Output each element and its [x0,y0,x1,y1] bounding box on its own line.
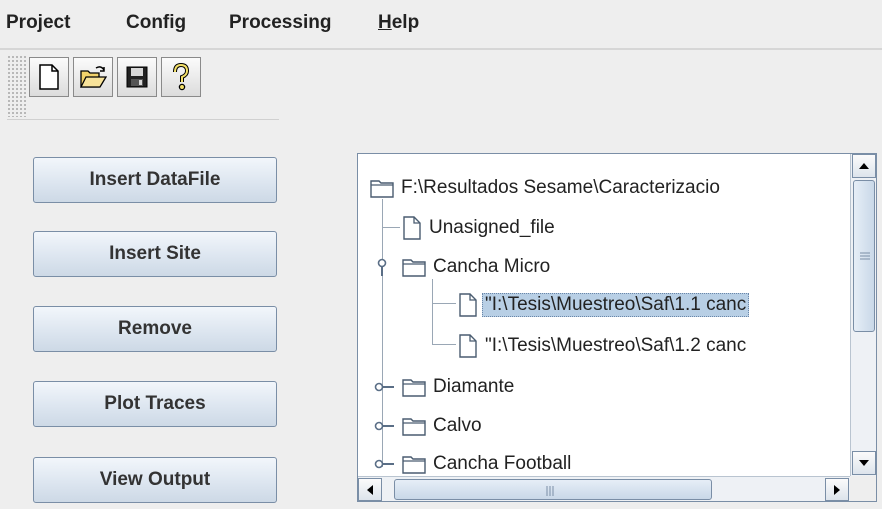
menu-help-rest: elp [391,12,420,33]
tree-node-label: "I:\Tesis\Muestreo\Saf\1.2 canc [485,335,747,356]
project-tree-panel: F:\Resultados Sesame\Caracterizacio Unas… [357,153,877,502]
open-project-button[interactable] [73,57,113,97]
new-file-icon [39,64,59,90]
grip-icon [860,252,870,260]
folder-icon [402,379,426,397]
tree-connector [432,303,456,304]
tree-node-file-selected[interactable]: "I:\Tesis\Muestreo\Saf\1.1 canc [458,290,750,320]
tree-node-file[interactable]: "I:\Tesis\Muestreo\Saf\1.2 canc [458,331,749,361]
tree-node-label: Cancha Football [433,453,572,474]
scroll-left-button[interactable] [358,478,382,501]
vertical-scroll-thumb[interactable] [853,180,875,332]
expand-handle-icon[interactable] [374,379,396,395]
scroll-down-button[interactable] [852,451,876,475]
arrow-right-icon [834,484,840,495]
scrollbar-corner [850,476,876,501]
remove-button[interactable]: Remove [33,306,277,352]
file-icon [403,216,421,240]
arrow-up-icon [859,163,869,169]
scroll-up-button[interactable] [852,154,876,178]
project-tree[interactable]: F:\Resultados Sesame\Caracterizacio Unas… [358,154,850,476]
tree-node-label: Unasigned_file [429,217,555,238]
save-disk-icon [126,66,148,88]
expand-handle-icon[interactable] [374,418,396,434]
toolbar-grip[interactable] [7,55,27,117]
menu-help-mnemonic: H [378,12,392,33]
tree-node-label: F:\Resultados Sesame\Caracterizacio [401,177,720,198]
vertical-scrollbar[interactable] [850,154,876,476]
collapse-handle-icon[interactable] [374,258,394,278]
expand-handle-icon[interactable] [374,456,396,472]
tree-connector [382,227,400,228]
menu-processing[interactable]: Processing [229,12,331,34]
tree-connector [432,344,456,345]
tree-node-label: Diamante [433,376,515,397]
toolbar [7,55,279,123]
horizontal-scroll-thumb[interactable] [394,479,712,500]
open-folder-icon [79,66,107,88]
plot-traces-button[interactable]: Plot Traces [33,381,277,427]
tree-node-site-football[interactable]: Cancha Football [402,449,574,476]
arrow-down-icon [859,460,869,466]
view-output-button[interactable]: View Output [33,457,277,503]
folder-icon [402,418,426,436]
file-icon [459,334,477,358]
help-button[interactable] [161,57,201,97]
grip-icon [546,486,554,496]
insert-datafile-button[interactable]: Insert DataFile [33,157,277,203]
file-icon [459,293,477,317]
horizontal-scrollbar[interactable] [358,476,850,501]
help-question-icon [173,63,190,91]
tree-node-label: Calvo [433,415,482,436]
tree-node-site-micro[interactable]: Cancha Micro [402,252,553,282]
tree-node-unassigned[interactable]: Unasigned_file [402,213,558,243]
tree-connector [432,279,433,345]
menu-bar: Project Config Processing Help [0,0,882,48]
menu-config[interactable]: Config [126,12,186,34]
menu-help[interactable]: Help [378,12,419,34]
new-project-button[interactable] [29,57,69,97]
folder-icon [402,259,426,277]
tree-node-site-calvo[interactable]: Calvo [402,411,485,441]
tree-node-site-diamante[interactable]: Diamante [402,372,517,402]
arrow-left-icon [367,484,373,495]
folder-icon [402,456,426,474]
tree-root-node[interactable]: F:\Resultados Sesame\Caracterizacio [370,173,723,203]
menu-project[interactable]: Project [6,12,70,34]
folder-icon [370,180,394,198]
tree-node-label: "I:\Tesis\Muestreo\Saf\1.1 canc [482,293,750,317]
tree-node-label: Cancha Micro [433,256,551,277]
toolbar-divider [7,119,279,120]
scroll-right-button[interactable] [825,478,849,501]
insert-site-button[interactable]: Insert Site [33,231,277,277]
save-project-button[interactable] [117,57,157,97]
menu-separator [0,48,882,50]
